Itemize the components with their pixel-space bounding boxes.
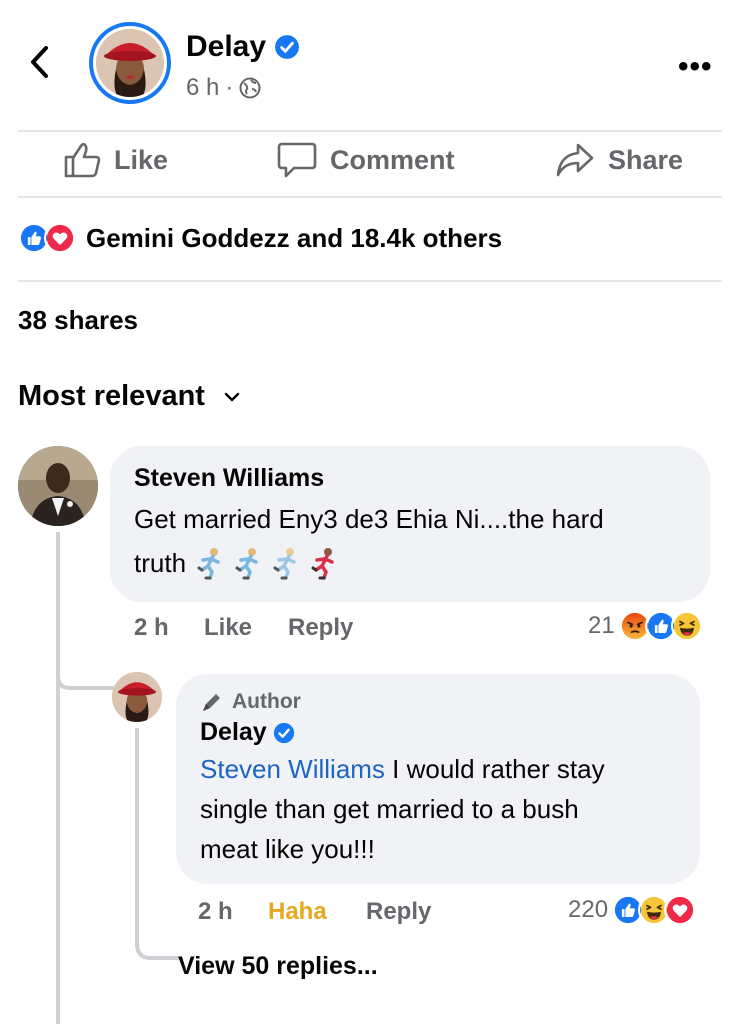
reactions-summary-text: Gemini Goddezz and 18.4k others <box>86 222 503 253</box>
comment-like-button[interactable]: Like <box>204 614 252 642</box>
love-reaction-icon <box>664 894 697 926</box>
comment-bubble[interactable]: Steven Williams Get married Eny3 de3 Ehi… <box>110 446 710 602</box>
love-reaction-icon <box>44 222 76 254</box>
back-chevron-icon <box>31 46 48 78</box>
reply-text: Steven Williams I would rather stay sing… <box>200 749 676 869</box>
more-options-button[interactable]: ••• <box>678 50 713 84</box>
author-pen-icon <box>203 694 220 711</box>
author-badge-label: Author <box>232 690 301 713</box>
commenter-avatar[interactable] <box>18 446 98 526</box>
reply-reply-button[interactable]: Reply <box>366 898 431 926</box>
runner-emoji-icon <box>311 548 334 580</box>
author-badge: Author <box>200 690 676 714</box>
comment-author[interactable]: Steven Williams <box>134 464 686 493</box>
post-time: 6 h <box>186 74 220 101</box>
share-label: Share <box>608 144 684 175</box>
reply-author-name: Delay <box>200 718 267 746</box>
like-thumb-icon <box>64 142 101 178</box>
thread-connector <box>56 660 114 690</box>
comment-text-line-2: truth <box>134 548 187 578</box>
reaction-count: 21 <box>588 612 615 639</box>
comment-reply-button[interactable]: Reply <box>288 614 353 642</box>
author-name-text: Delay <box>186 30 267 63</box>
reply-time: 2 h <box>198 898 233 925</box>
divider <box>18 130 722 132</box>
comment-text: Get married Eny3 de3 Ehia Ni....the hard… <box>134 497 686 585</box>
reactions-summary[interactable]: Gemini Goddezz and 18.4k others <box>18 222 502 254</box>
globe-icon <box>239 77 261 99</box>
share-arrow-icon <box>556 143 594 177</box>
reaction-stack <box>18 222 76 254</box>
post-meta: 6 h · <box>186 74 261 102</box>
back-button[interactable] <box>24 44 54 80</box>
sort-label: Most relevant <box>18 380 205 412</box>
chevron-down-icon <box>224 392 240 401</box>
comment-text-line: Get married Eny3 de3 Ehia Ni....the hard <box>134 504 604 534</box>
reply-text-line: single than get married to a bush <box>200 794 579 824</box>
divider <box>18 280 722 282</box>
view-replies-link[interactable]: View 50 replies... <box>178 952 378 981</box>
reply-text-line: Steven Williams I would rather stay <box>200 749 676 789</box>
verified-badge-icon <box>273 722 294 743</box>
author-avatar[interactable] <box>89 22 171 104</box>
runner-emoji-icon <box>235 548 258 580</box>
shares-count[interactable]: 38 shares <box>18 305 138 336</box>
reaction-count: 220 <box>568 896 609 923</box>
more-icon: ••• <box>678 50 713 83</box>
comment-button[interactable]: Comment <box>276 138 455 182</box>
reply-author-avatar[interactable] <box>112 672 162 722</box>
share-button[interactable]: Share <box>554 138 683 182</box>
divider <box>18 196 722 198</box>
reply-haha-button[interactable]: Haha <box>268 898 327 926</box>
like-button[interactable]: Like <box>62 138 168 182</box>
comment-text-line: truth <box>134 541 686 585</box>
reply-bubble[interactable]: Author Delay Steven Williams I would rat… <box>176 674 700 884</box>
mention-link[interactable]: Steven Williams <box>200 754 385 784</box>
reply-author[interactable]: Delay <box>200 718 676 747</box>
comment-time: 2 h <box>134 614 169 641</box>
comment-label: Comment <box>330 144 455 175</box>
sort-dropdown[interactable]: Most relevant <box>18 380 241 413</box>
runner-emojis <box>194 546 342 580</box>
reply-reactions[interactable]: 220 <box>568 894 697 926</box>
comment-bubble-icon <box>277 142 317 178</box>
runner-emoji-icon <box>197 548 220 580</box>
reply-text-line: meat like you!!! <box>200 834 375 864</box>
like-label: Like <box>114 144 169 175</box>
haha-reaction-icon <box>670 610 703 642</box>
verified-badge-icon <box>275 35 299 59</box>
thread-line <box>56 532 60 1024</box>
reply-thread-line <box>135 728 139 942</box>
runner-emoji-icon <box>273 548 296 580</box>
reply-thread-connector <box>135 930 179 960</box>
post-author-name[interactable]: Delay <box>186 30 300 64</box>
comment-reactions[interactable]: 21 <box>588 610 703 642</box>
reply-text-part: I would rather stay <box>384 754 605 784</box>
